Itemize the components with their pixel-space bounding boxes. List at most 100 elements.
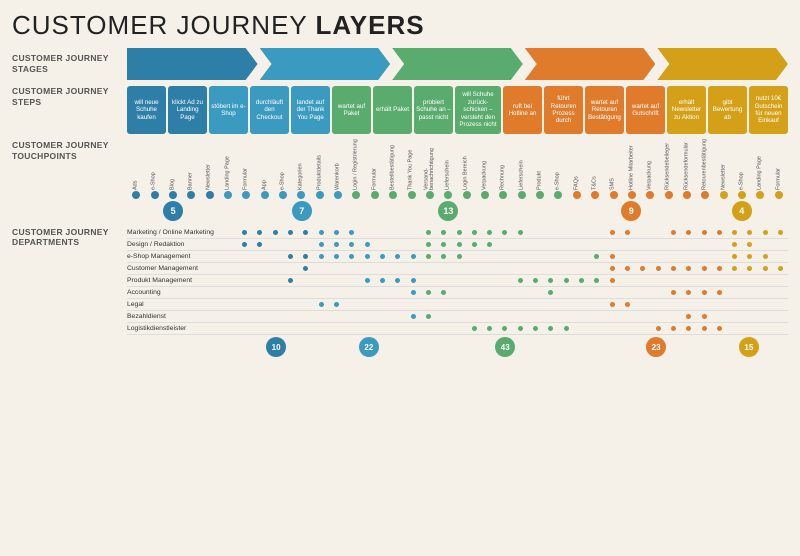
dept-dot-cell (696, 266, 711, 271)
touchpoint-dot-cell (200, 191, 218, 199)
dept-dot-cell (758, 254, 773, 259)
dept-dot (778, 230, 783, 235)
dept-dot-cell (421, 242, 436, 247)
dept-dot-cell (605, 278, 620, 283)
touchpoint-dot (408, 191, 416, 199)
touchpoints-row: CUSTOMER JOURNEYTOUCHPOINTS Adse-ShopBlo… (12, 138, 788, 223)
departments-label-col: CUSTOMER JOURNEYDEPARTMENTS (12, 227, 127, 248)
dept-name: Design / Redaktion (127, 239, 237, 251)
dept-dot-cell (436, 242, 451, 247)
dept-dot-cell (696, 290, 711, 295)
dept-dot-cell (252, 230, 267, 235)
step-7: erhält Paket (373, 86, 412, 134)
touchpoint-dot (665, 191, 673, 199)
dept-dot (533, 278, 538, 283)
dept-dot-cell (742, 254, 757, 259)
tp-count-cell (366, 199, 384, 223)
dept-dot-cell (681, 314, 696, 319)
dept-dot (441, 242, 446, 247)
touchpoint-dot-cell (604, 191, 622, 199)
dept-count-cell (632, 337, 647, 357)
dept-count-cell (452, 337, 467, 357)
touchpoint-label: Blog (164, 138, 182, 190)
dept-count-cell (559, 337, 574, 357)
dept-dot (640, 266, 645, 271)
dept-dot-cell (283, 278, 298, 283)
tp-count-cell (603, 199, 621, 223)
dept-dot (472, 326, 477, 331)
dept-dot-cell (543, 326, 558, 331)
dept-dot (273, 230, 278, 235)
tp-count-cell (127, 199, 145, 223)
dept-dot-cell (666, 266, 681, 271)
dept-dot-cell (742, 242, 757, 247)
dept-dot (671, 266, 676, 271)
dept-dot (747, 254, 752, 259)
touchpoint-dot-cell (439, 191, 457, 199)
dept-dot-cell (314, 230, 329, 235)
touchpoint-dot-cell (476, 191, 494, 199)
touchpoint-label: Warenkorb (329, 138, 347, 190)
dept-dot (457, 242, 462, 247)
touchpoints-label: CUSTOMER JOURNEYTOUCHPOINTS (12, 138, 127, 162)
stages-container (127, 48, 788, 80)
departments-title: CUSTOMER JOURNEYDEPARTMENTS (12, 227, 127, 247)
touchpoint-dot (701, 191, 709, 199)
dept-dot (502, 326, 507, 331)
touchpoint-dots (127, 191, 788, 199)
dept-dot-cell (528, 326, 543, 331)
stages-label: CUSTOMER JOURNEYSTAGES (12, 53, 127, 75)
dept-dot-cell (451, 230, 466, 235)
dept-dot (732, 242, 737, 247)
touchpoint-dot-cell (494, 191, 512, 199)
dept-name: Accounting (127, 287, 237, 299)
touchpoint-dot (187, 191, 195, 199)
dept-dot (288, 254, 293, 259)
tp-count-cell (659, 199, 677, 223)
touchpoint-dot-cell (127, 191, 145, 199)
step-8: probiert Schuhe an – passt nicht (414, 86, 453, 134)
step-14: erhält Newsletter zu Aktion (667, 86, 706, 134)
dept-dot (319, 230, 324, 235)
dept-dot-cell (237, 242, 252, 247)
tp-count-cell (256, 199, 274, 223)
dept-dot (426, 290, 431, 295)
dept-count-cell (286, 337, 301, 357)
step-10: ruft bei Hotline an (503, 86, 542, 134)
touchpoint-dot-cell (311, 191, 329, 199)
tp-count-cell (477, 199, 495, 223)
touchpoint-dot-cell (384, 191, 402, 199)
dept-count-badge: 23 (646, 337, 666, 357)
dept-dot (625, 302, 630, 307)
dept-dot (625, 230, 630, 235)
dept-dot-cell (252, 242, 267, 247)
dept-dot-cell (712, 230, 727, 235)
dept-count-cell (315, 337, 330, 357)
touchpoint-dot (371, 191, 379, 199)
dept-count-cell (344, 337, 359, 357)
dept-dot (487, 326, 492, 331)
dept-count-cell (481, 337, 496, 357)
tp-count-badge: 7 (292, 201, 312, 221)
touchpoint-dot-cell (402, 191, 420, 199)
dept-dot-cell (712, 326, 727, 331)
dept-dot-cell (482, 230, 497, 235)
dept-dot-cell (559, 278, 574, 283)
dept-dot-cell (314, 302, 329, 307)
dept-dot (487, 242, 492, 247)
dept-dot-cell (635, 266, 650, 271)
touchpoint-dot (279, 191, 287, 199)
touchpoint-dot-cell (513, 191, 531, 199)
touchpoint-dot (224, 191, 232, 199)
dept-dot (610, 230, 615, 235)
dept-dot (365, 278, 370, 283)
dept-row (237, 275, 788, 287)
dept-count-cell (379, 337, 394, 357)
dept-dot-cell (727, 230, 742, 235)
step-13: wartet auf Gutschrift (626, 86, 665, 134)
dept-count-cell (422, 337, 437, 357)
dept-dot-cell (742, 266, 757, 271)
dept-dot (242, 242, 247, 247)
tp-count-cell (274, 199, 292, 223)
tp-count-cell (420, 199, 438, 223)
